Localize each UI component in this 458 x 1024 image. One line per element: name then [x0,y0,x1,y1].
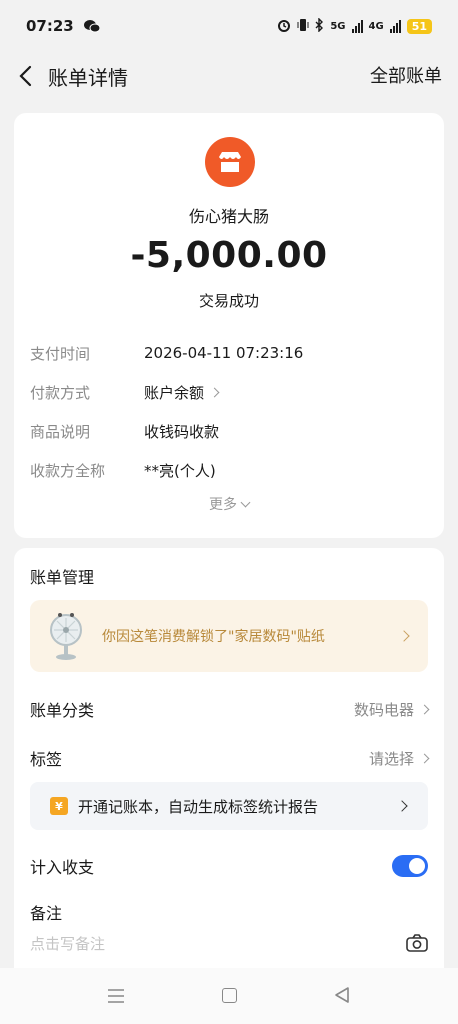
remark-input[interactable]: 点击写备注 [30,930,428,956]
detail-value-wrap: 账户余额 [144,382,220,403]
sticker-banner[interactable]: 你因这笔消费解锁了"家居数码"贴纸 [30,600,428,672]
section-title: 账单管理 [30,568,95,587]
detail-label: 商品说明 [30,422,91,441]
detail-value: **亮(个人) [144,461,216,480]
all-bills-link[interactable]: 全部账单 [370,62,442,88]
detail-label: 收款方全称 [30,461,106,480]
transaction-status: 交易成功 [198,292,259,310]
bill-management-card: 账单管理 你因这笔消费解锁了"家居数码"贴纸 账单分类 数码电器 标签 请选择 [14,548,444,968]
transaction-card: 伤心猪大肠 -5,000.00 交易成功 支付时间 2026-04-11 07:… [14,113,444,538]
more-button[interactable]: 更多 [14,494,444,514]
system-nav-bar [0,968,458,1024]
category-label: 账单分类 [30,701,95,720]
tag-value-wrap: 请选择 [368,748,430,769]
count-toggle[interactable] [392,855,428,877]
camera-icon[interactable] [406,934,428,952]
chevron-right-icon [398,630,410,642]
back-arrow-icon[interactable] [16,64,36,88]
remark-placeholder: 点击写备注 [30,934,106,953]
more-label: 更多 [209,497,237,513]
detail-label: 付款方式 [30,383,91,402]
chevron-right-icon [419,753,430,763]
tag-value: 请选择 [368,749,414,768]
menu-icon[interactable] [108,988,124,1003]
page-title: 账单详情 [48,66,128,90]
status-bar: 07:23 5G 4G 51 [0,0,458,52]
detail-row-payee: 收款方全称 **亮(个人) [30,458,428,482]
chevron-right-icon [396,800,408,812]
chevron-right-icon [209,387,220,397]
category-value-wrap: 数码电器 [353,699,430,720]
transaction-amount: -5,000.00 [130,235,328,276]
signal-4g-label: 4G [368,20,384,32]
sticker-text: 你因这笔消费解锁了"家居数码"贴纸 [102,629,325,645]
battery-level: 51 [406,18,432,34]
back-triangle-icon[interactable] [334,986,350,1004]
status-icons: 5G 4G 51 [277,16,432,35]
detail-row-pay-time: 支付时间 2026-04-11 07:23:16 [30,341,428,365]
detail-value: 账户余额 [144,383,205,402]
detail-row-description: 商品说明 收钱码收款 [30,419,428,443]
yen-icon: ¥ [50,797,68,815]
ledger-promo-banner[interactable]: ¥ 开通记账本，自动生成标签统计报告 [30,782,428,830]
tag-row[interactable]: 标签 请选择 [30,745,430,771]
vibrate-icon [297,18,309,35]
merchant-name: 伤心猪大肠 [188,207,269,226]
bluetooth-icon [315,16,324,35]
wechat-icon [83,19,101,33]
detail-value: 收钱码收款 [144,422,220,441]
detail-value: 2026-04-11 07:23:16 [144,344,304,362]
remark-label: 备注 [30,904,63,923]
tag-label: 标签 [30,750,63,769]
store-icon [205,137,255,187]
toggle-knob [409,858,425,874]
count-in-balance-row: 计入收支 [30,853,428,879]
alarm-icon [277,18,291,35]
nav-bar: 账单详情 全部账单 [0,52,458,100]
category-row[interactable]: 账单分类 数码电器 [30,696,430,722]
category-value: 数码电器 [353,700,414,719]
home-icon[interactable] [222,988,237,1003]
signal-5g-label: 5G [330,20,346,32]
count-label: 计入收支 [30,858,95,877]
chevron-right-icon [419,704,430,714]
signal-4g-icon [389,19,401,33]
fan-sticker-icon [46,610,86,662]
detail-label: 支付时间 [30,344,91,363]
chevron-down-icon [240,497,251,507]
status-time: 07:23 [26,17,74,35]
promo-text: 开通记账本，自动生成标签统计报告 [78,797,319,816]
detail-row-pay-method[interactable]: 付款方式 账户余额 [30,380,428,404]
signal-5g-icon [351,19,363,33]
